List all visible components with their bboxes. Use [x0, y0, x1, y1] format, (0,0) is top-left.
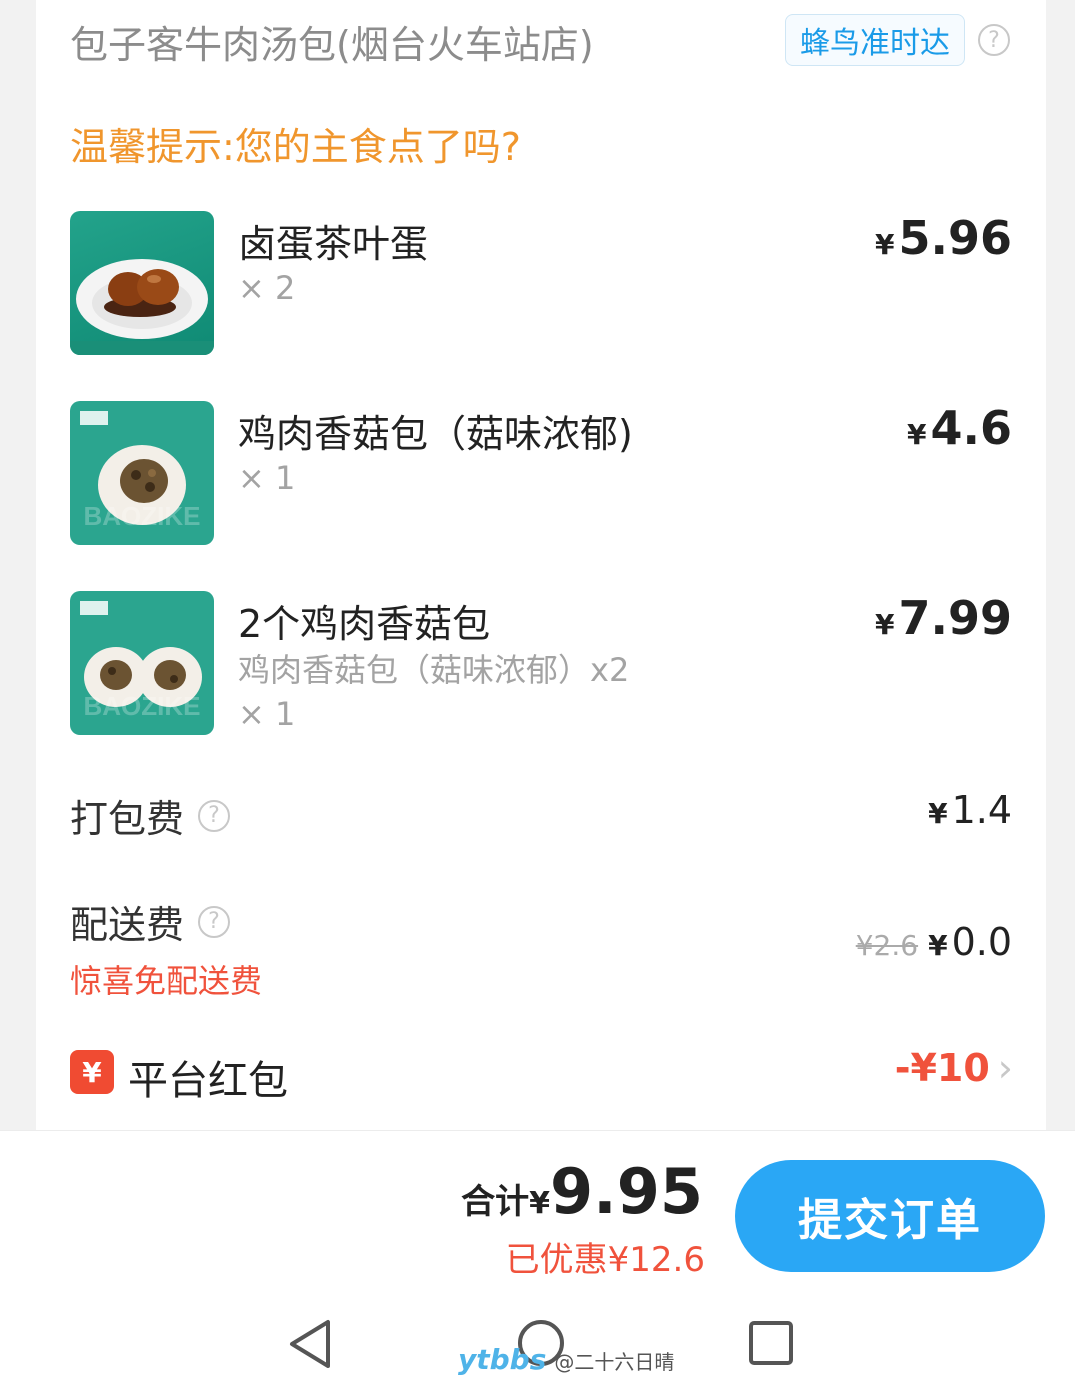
- delivery-fee-label: 配送费 ?: [70, 894, 231, 949]
- packing-fee-text: 打包费: [70, 797, 185, 841]
- item-name: 2个鸡肉香菇包: [238, 602, 491, 646]
- item-price: ¥4.6: [907, 401, 1012, 455]
- discount-summary: 已优惠¥12.6: [505, 1240, 705, 1280]
- packing-fee-label: 打包费 ?: [70, 788, 231, 843]
- question-icon[interactable]: ?: [978, 24, 1010, 56]
- item-price: ¥5.96: [875, 211, 1012, 265]
- item-price: ¥7.99: [875, 591, 1012, 645]
- back-icon[interactable]: [288, 1318, 334, 1370]
- red-packet-label[interactable]: 平台红包: [128, 1048, 288, 1106]
- packing-fee-value: ¥1.4: [928, 788, 1012, 832]
- two-buns-image: BAOZIKE: [70, 591, 214, 735]
- original-delivery-fee: ¥2.6: [855, 929, 919, 962]
- delivery-badge[interactable]: 蜂鸟准时达: [785, 14, 965, 66]
- recent-apps-icon[interactable]: [748, 1320, 794, 1366]
- item-name: 鸡肉香菇包（菇味浓郁): [238, 412, 633, 456]
- submit-order-button[interactable]: 提交订单: [735, 1160, 1045, 1272]
- item-name: 卤蛋茶叶蛋: [238, 222, 429, 266]
- bun-image: BAOZIKE: [70, 401, 214, 545]
- list-item: BAOZIKE 2个鸡肉香菇包 鸡肉香菇包（菇味浓郁）x2 × 1 ¥7.99: [70, 591, 1012, 736]
- red-packet-icon: ¥: [70, 1050, 114, 1094]
- tea-egg-image: [70, 211, 214, 355]
- list-item: BAOZIKE 鸡肉香菇包（菇味浓郁) × 1 ¥4.6: [70, 401, 1012, 546]
- item-quantity: × 2: [238, 269, 296, 307]
- order-total: 合计¥9.95: [461, 1155, 703, 1228]
- question-icon[interactable]: ?: [198, 905, 231, 938]
- item-quantity: × 1: [238, 695, 296, 733]
- delivery-fee-value: ¥2.6 ¥0.0: [855, 920, 1012, 964]
- tip-text: 温馨提示:您的主食点了吗?: [70, 125, 521, 169]
- svg-text:BAOZIKE: BAOZIKE: [84, 501, 201, 531]
- red-packet-value[interactable]: -¥10 ›: [895, 1046, 1013, 1090]
- chevron-right-icon: ›: [997, 1046, 1013, 1090]
- list-item: 卤蛋茶叶蛋 × 2 ¥5.96: [70, 211, 1012, 356]
- watermark-logo: ytbbs: [458, 1343, 547, 1376]
- store-name[interactable]: 包子客牛肉汤包(烟台火车站店): [70, 14, 594, 69]
- delivery-fee-text: 配送费: [70, 903, 185, 947]
- watermark: ytbbs @二十六日晴: [458, 1343, 674, 1376]
- free-delivery-promo: 惊喜免配送费: [70, 962, 263, 1000]
- item-quantity: × 1: [238, 459, 296, 497]
- question-icon[interactable]: ?: [198, 799, 231, 832]
- svg-text:BAOZIKE: BAOZIKE: [84, 691, 201, 721]
- item-description: 鸡肉香菇包（菇味浓郁）x2: [238, 651, 630, 689]
- watermark-text: @二十六日晴: [554, 1350, 675, 1374]
